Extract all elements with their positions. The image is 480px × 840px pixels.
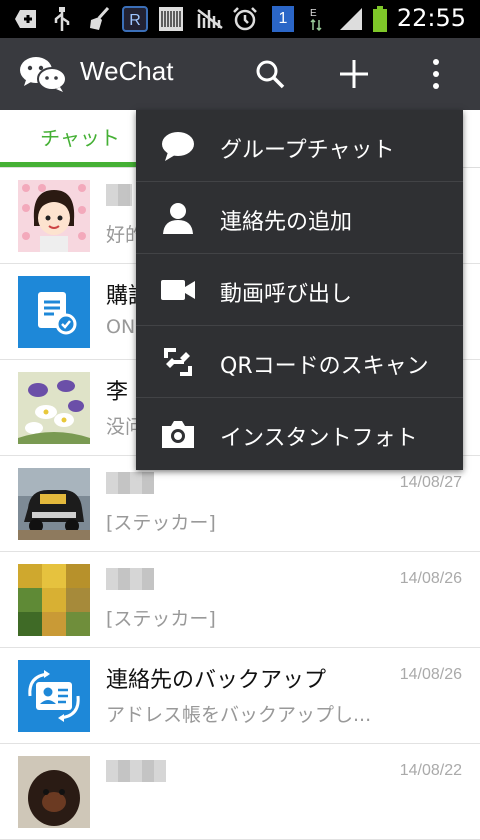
menu-item-label: インスタントフォト: [220, 426, 418, 451]
chat-name: [106, 182, 132, 207]
notification-1-icon: 1: [272, 6, 294, 32]
menu-item-add-contact[interactable]: 連絡先の追加: [136, 182, 463, 254]
alarm-icon: [233, 7, 257, 31]
chat-name: [106, 566, 154, 591]
avatar: [18, 180, 90, 252]
redacted-name: [106, 184, 132, 206]
usb-icon: [54, 7, 70, 31]
signal-off-icon: [197, 9, 223, 29]
menu-item-label: グループチャット: [220, 138, 395, 163]
status-bar: R 1 E 22:55: [0, 0, 480, 38]
svg-text:E: E: [310, 8, 317, 19]
avatar: [18, 468, 90, 540]
menu-item-instant-photo[interactable]: インスタントフォト: [136, 398, 463, 470]
video-camera-icon: [161, 280, 195, 300]
wechat-logo-icon[interactable]: [18, 54, 68, 94]
plus-dropdown-menu: グループチャット 連絡先の追加 動画呼び出し QRコードのスキャン インスタント…: [136, 110, 463, 470]
chat-preview: アドレス帳をバックアップし...: [106, 704, 372, 726]
subscription-avatar: [18, 276, 90, 348]
overflow-icon[interactable]: [418, 56, 454, 92]
chat-name: [106, 470, 154, 495]
avatar: [18, 756, 90, 828]
pixelated-avatar: [18, 564, 90, 636]
broom-icon: [90, 6, 110, 30]
data-transfer-icon: E: [310, 8, 322, 32]
svg-text:R: R: [129, 12, 141, 29]
app-title: WeChat: [80, 56, 174, 86]
menu-item-video-call[interactable]: 動画呼び出し: [136, 254, 463, 326]
chat-bubble-icon: [162, 132, 194, 161]
redacted-name: [106, 472, 154, 494]
chat-preview: ON: [106, 316, 136, 338]
qr-scan-icon: [164, 348, 192, 376]
chat-name: 連絡先のバックアップ: [106, 668, 327, 693]
status-time: 22:55: [396, 4, 466, 32]
chat-name: [106, 758, 166, 783]
plus-icon[interactable]: [336, 56, 372, 92]
search-icon[interactable]: [252, 56, 288, 92]
app-bar: WeChat: [0, 38, 480, 110]
chat-date: 14/08/26: [399, 570, 462, 587]
chat-preview: [ステッカー]: [106, 608, 216, 630]
add-icon: [15, 10, 36, 28]
menu-item-label: 動画呼び出し: [220, 282, 353, 307]
person-icon: [163, 203, 193, 234]
chat-row[interactable]: [ステッカー] 14/08/26: [0, 552, 480, 648]
camera-icon: [162, 421, 194, 448]
signal-icon: [340, 8, 362, 30]
battery-icon: [373, 6, 387, 32]
contact-backup-avatar: [18, 660, 90, 732]
redacted-name: [106, 760, 166, 782]
chat-date: 14/08/27: [399, 474, 462, 491]
menu-item-label: 連絡先の追加: [220, 210, 353, 235]
r-app-icon: R: [122, 6, 148, 32]
chat-date: 14/08/26: [399, 666, 462, 683]
chat-row[interactable]: [ステッカー] 14/08/27: [0, 456, 480, 552]
barcode-icon: [159, 7, 183, 31]
menu-item-qr-scan[interactable]: QRコードのスキャン: [136, 326, 463, 398]
chat-row[interactable]: 14/08/22: [0, 744, 480, 840]
chat-name: 李: [106, 380, 129, 405]
chat-date: 14/08/22: [399, 762, 462, 779]
chat-preview: [ステッカー]: [106, 512, 216, 534]
menu-item-label: QRコードのスキャン: [220, 354, 429, 379]
menu-item-group-chat[interactable]: グループチャット: [136, 110, 463, 182]
redacted-name: [106, 568, 154, 590]
avatar: [18, 372, 90, 444]
chat-row[interactable]: 連絡先のバックアップ アドレス帳をバックアップし... 14/08/26: [0, 648, 480, 744]
